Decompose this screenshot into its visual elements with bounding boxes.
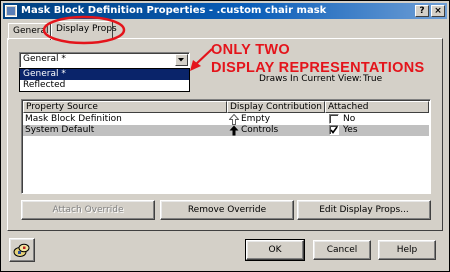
checkmark-icon bbox=[330, 126, 338, 134]
callout-line-1: ONLY TWO bbox=[211, 42, 290, 58]
edit-display-props-button[interactable]: Edit Display Props... bbox=[297, 200, 431, 220]
chevron-down-icon bbox=[178, 58, 184, 62]
attach-override-label: Attach Override bbox=[52, 205, 124, 215]
remove-override-button[interactable]: Remove Override bbox=[160, 200, 294, 220]
display-contribution-cell: Empty bbox=[241, 114, 271, 124]
attached-checkbox[interactable] bbox=[329, 114, 339, 124]
table-row[interactable]: Mask Block Definition Empty No bbox=[23, 114, 429, 125]
app-icon bbox=[5, 5, 17, 17]
attach-override-button[interactable]: Attach Override bbox=[21, 200, 155, 220]
dropdown-option-general[interactable]: General * bbox=[20, 69, 189, 80]
draws-label: Draws In Current View: bbox=[259, 74, 362, 84]
help-label: Help bbox=[396, 245, 418, 255]
attached-cell: No bbox=[343, 114, 356, 124]
display-rep-combo[interactable]: General * bbox=[19, 52, 190, 68]
ok-label: OK bbox=[268, 245, 282, 255]
property-source-cell: Mask Block Definition bbox=[25, 114, 122, 124]
column-header-label: Property Source bbox=[26, 102, 98, 112]
column-header-label: Attached bbox=[328, 102, 369, 112]
cancel-button[interactable]: Cancel bbox=[313, 240, 371, 260]
close-button[interactable]: × bbox=[431, 5, 445, 17]
cancel-label: Cancel bbox=[326, 245, 358, 255]
attached-checkbox[interactable] bbox=[329, 125, 339, 135]
attached-cell: Yes bbox=[343, 125, 358, 135]
column-header-property-source[interactable]: Property Source bbox=[23, 101, 227, 113]
tab-highlight-ellipse bbox=[42, 15, 126, 45]
edit-display-props-label: Edit Display Props... bbox=[319, 205, 409, 215]
help-title-label: ? bbox=[419, 6, 425, 16]
solid-arrow-up-icon bbox=[229, 125, 239, 136]
hollow-arrow-up-icon bbox=[229, 114, 239, 125]
display-rep-value: General * bbox=[23, 54, 66, 64]
properties-dialog: Mask Block Definition Properties - .cust… bbox=[0, 0, 450, 272]
display-props-table: Property Source Display Contribution Att… bbox=[21, 99, 431, 194]
display-manager-button[interactable] bbox=[9, 238, 35, 262]
column-header-attached[interactable]: Attached bbox=[325, 101, 429, 113]
display-rep-dropdown: General * Reflected bbox=[19, 68, 190, 92]
display-contribution-cell: Controls bbox=[241, 125, 279, 135]
help-button[interactable]: Help bbox=[378, 240, 436, 260]
column-header-display-contribution[interactable]: Display Contribution bbox=[227, 101, 325, 113]
display-manager-icon bbox=[13, 243, 30, 257]
dropdown-option-reflected[interactable]: Reflected bbox=[20, 80, 189, 91]
draws-value: True bbox=[363, 74, 383, 84]
close-icon: × bbox=[434, 6, 442, 16]
column-header-label: Display Contribution bbox=[230, 102, 322, 112]
remove-override-label: Remove Override bbox=[187, 205, 267, 215]
property-source-cell: System Default bbox=[25, 125, 95, 135]
help-title-button[interactable]: ? bbox=[415, 5, 429, 17]
ok-button[interactable]: OK bbox=[245, 239, 305, 261]
table-row[interactable]: System Default Controls Yes bbox=[23, 125, 429, 136]
callout-arrow bbox=[190, 48, 213, 71]
callout-text: ONLY TWO DISPLAY REPRESENTATIONS bbox=[211, 41, 441, 77]
